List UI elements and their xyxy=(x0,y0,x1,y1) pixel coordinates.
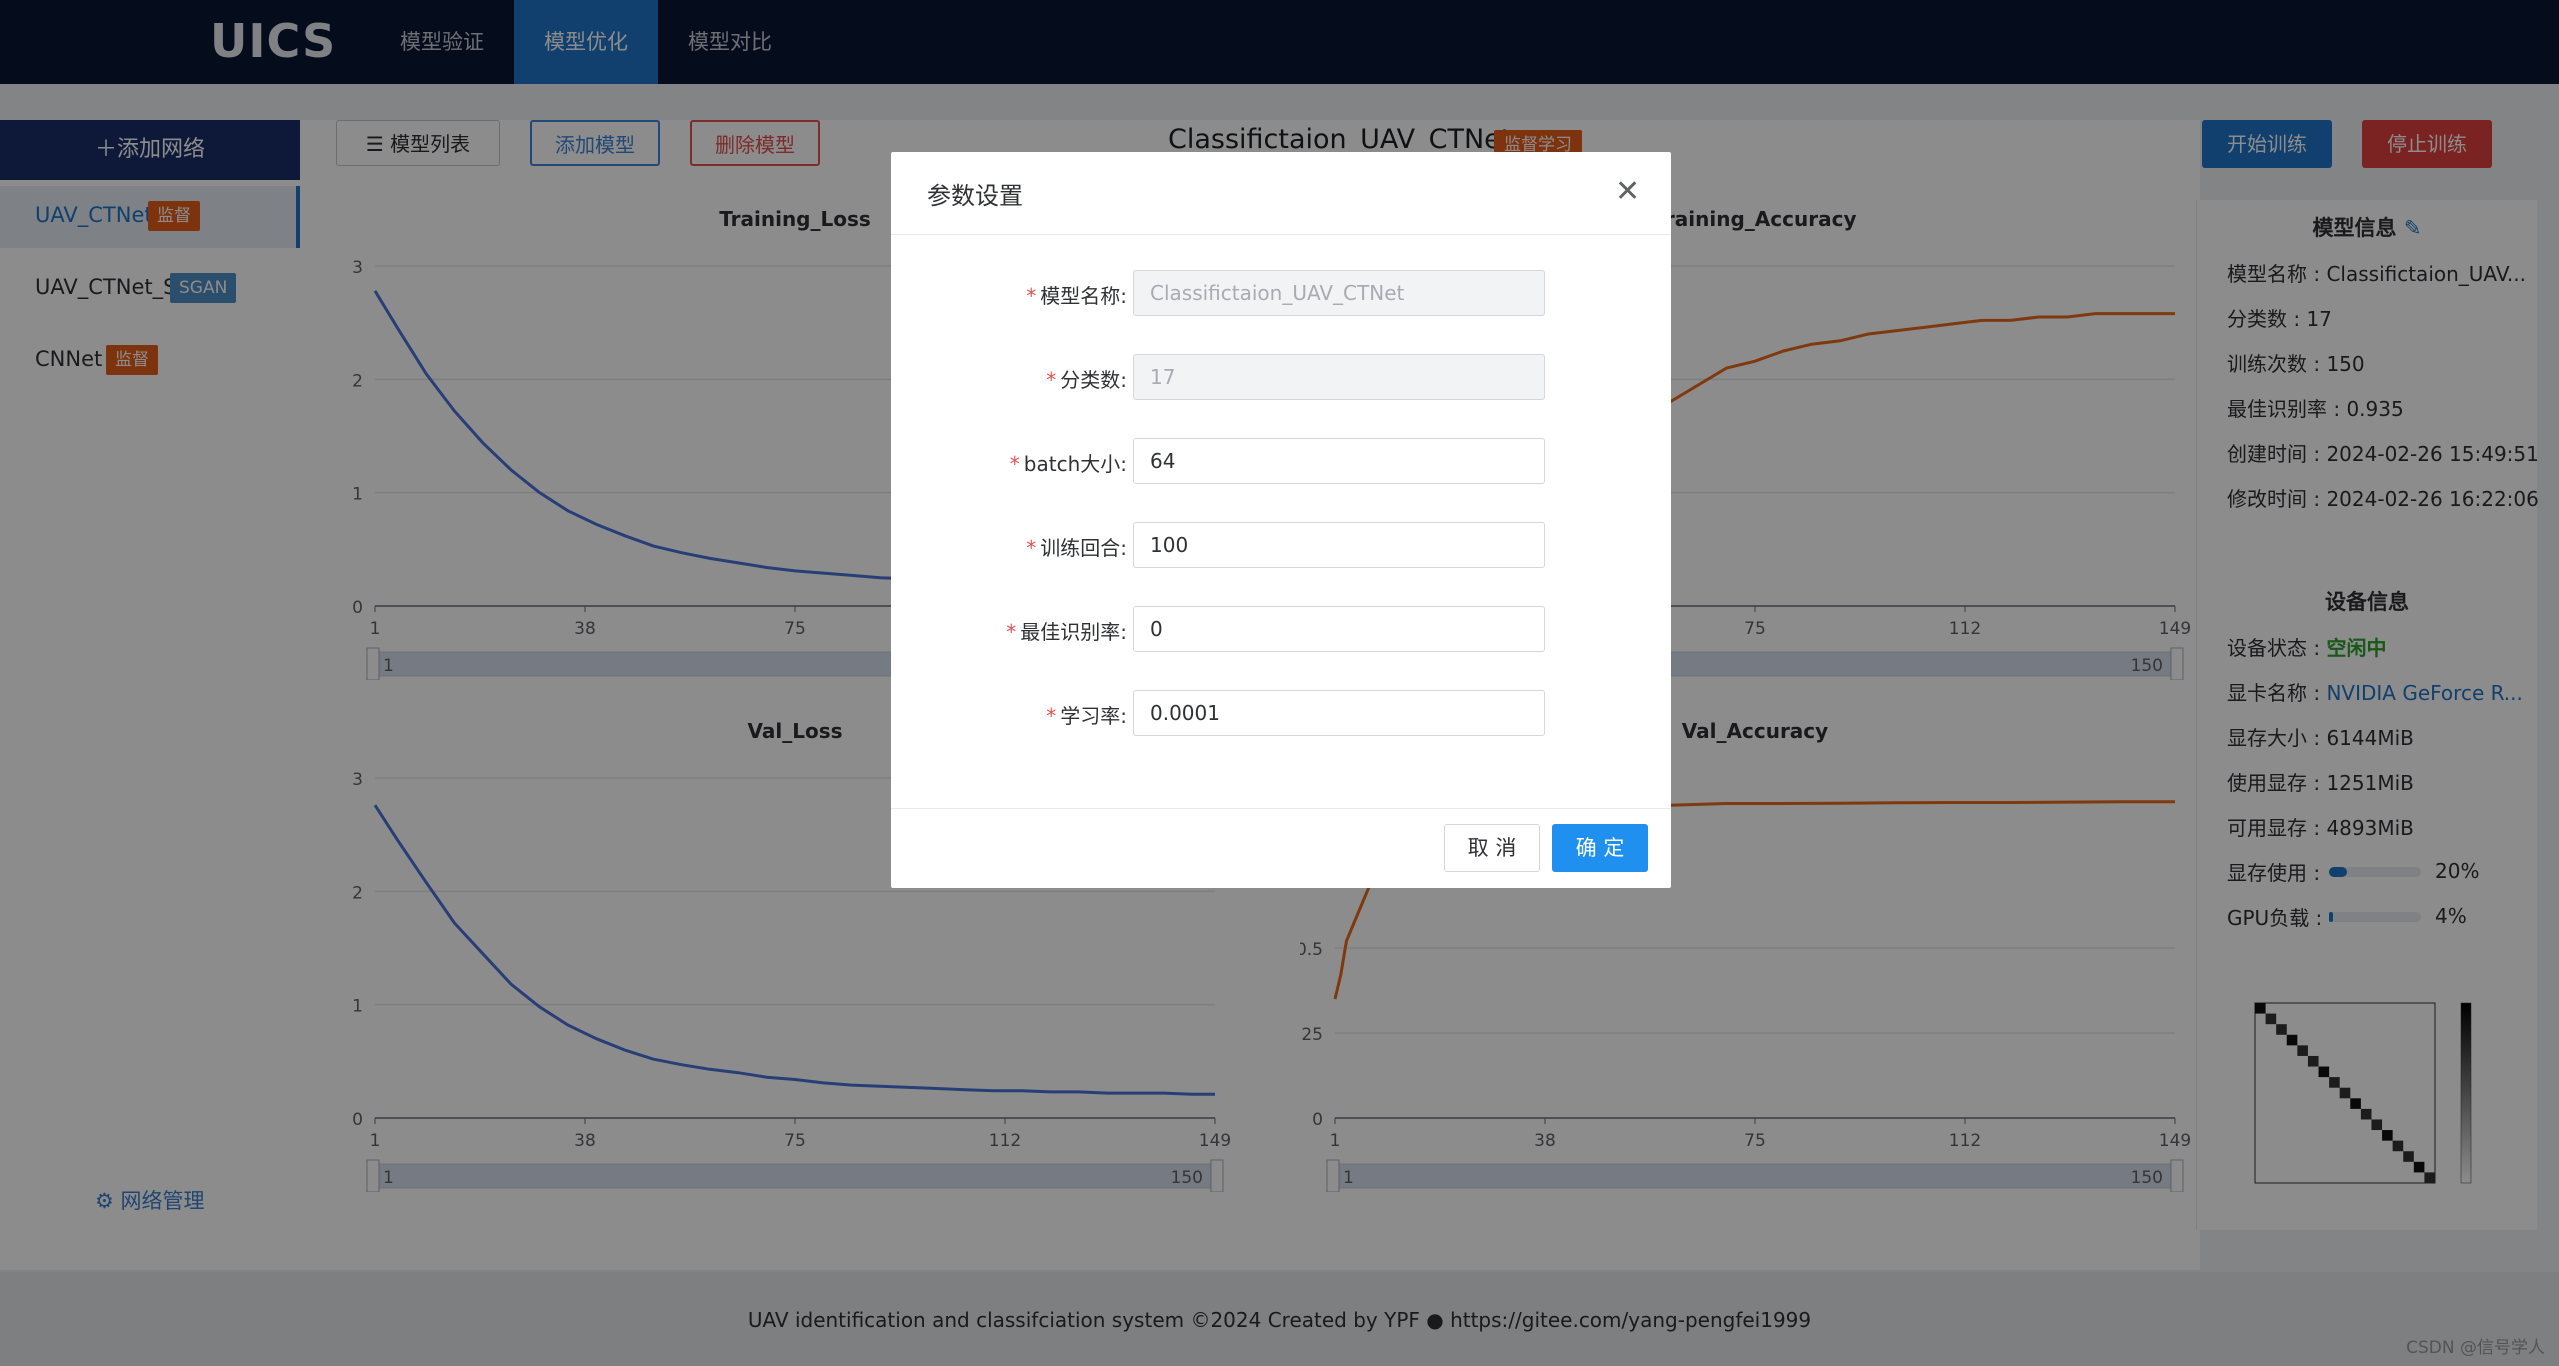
model-name-field[interactable] xyxy=(1133,270,1545,316)
dialog-footer-divider xyxy=(891,808,1671,809)
required-asterisk: * xyxy=(1026,536,1037,560)
close-icon[interactable]: ✕ xyxy=(1615,174,1640,209)
best-accuracy-field[interactable] xyxy=(1133,606,1545,652)
required-asterisk: * xyxy=(1006,620,1017,644)
epochs-label-text: 训练回合: xyxy=(1040,536,1127,560)
model-name-label-text: 模型名称: xyxy=(1040,284,1127,308)
parameter-settings-dialog: 参数设置 ✕ *模型名称: *分类数: *batch大小: *训练回合: *最佳… xyxy=(891,152,1671,888)
required-asterisk: * xyxy=(1046,368,1057,392)
required-asterisk: * xyxy=(1009,452,1020,476)
epochs-field[interactable] xyxy=(1133,522,1545,568)
class-count-label: * 分类数: xyxy=(1046,364,1127,393)
batch-size-label-text: batch大小: xyxy=(1023,452,1127,476)
batch-size-field[interactable] xyxy=(1133,438,1545,484)
class-count-label-text: 分类数: xyxy=(1060,368,1127,392)
batch-size-label: * batch大小: xyxy=(1010,448,1127,477)
learning-rate-field[interactable] xyxy=(1133,690,1545,736)
best-accuracy-label-text: 最佳识别率: xyxy=(1020,620,1127,644)
learning-rate-label-text: 学习率: xyxy=(1060,704,1127,728)
cancel-button[interactable]: 取 消 xyxy=(1444,824,1540,872)
required-asterisk: * xyxy=(1026,284,1037,308)
dialog-title: 参数设置 xyxy=(927,182,1023,210)
learning-rate-label: * 学习率: xyxy=(1046,700,1127,729)
dialog-header-divider xyxy=(891,234,1671,235)
required-asterisk: * xyxy=(1046,704,1057,728)
class-count-field[interactable] xyxy=(1133,354,1545,400)
best-accuracy-label: * 最佳识别率: xyxy=(1006,616,1127,645)
model-name-label: * 模型名称: xyxy=(1026,280,1127,309)
epochs-label: * 训练回合: xyxy=(1026,532,1127,561)
confirm-button[interactable]: 确 定 xyxy=(1552,824,1648,872)
